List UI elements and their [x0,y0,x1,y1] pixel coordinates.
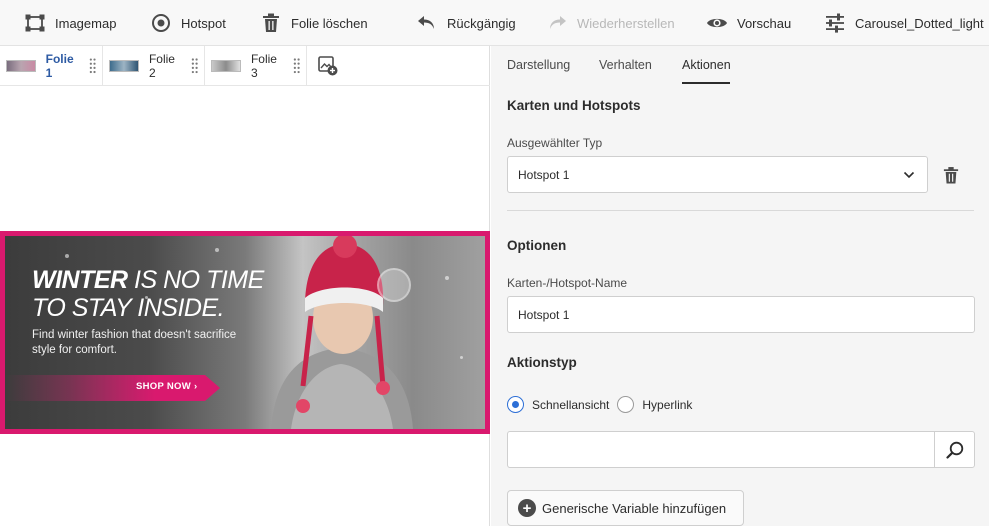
slide-label: Folie 2 [148,52,175,80]
preview-button[interactable]: Vorschau [706,0,791,46]
product-search-field [507,431,975,468]
hotspot-name-input[interactable]: Hotspot 1 [507,296,975,333]
undo-icon [416,12,438,34]
radio-quickview-label[interactable]: Schnellansicht [532,398,609,412]
search-icon [945,441,963,459]
canvas-area: Folie 1 Folie 2 Folie 3 WINTER IS NO TIM… [0,46,490,526]
preset-label: Carousel_Dotted_light [855,15,984,31]
banner-headline: WINTER IS NO TIME TO STAY INSIDE. [32,266,264,322]
selected-type-label: Ausgewählter Typ [507,136,603,150]
hotspot-button[interactable]: Hotspot [150,0,226,46]
section-maps-hotspots-heading: Karten und Hotspots [507,98,641,113]
add-slide-button[interactable] [311,46,345,86]
imagemap-label: Imagemap [55,15,117,31]
active-tab-indicator [682,82,730,84]
search-button[interactable] [934,432,974,467]
redo-label: Wiederherstellen [577,15,675,31]
section-divider [507,210,974,211]
delete-slide-button[interactable]: Folie löschen [260,0,368,46]
slide-strip: Folie 1 Folie 2 Folie 3 [0,46,490,86]
hotspot-marker[interactable] [377,268,411,302]
sliders-icon [824,12,846,34]
undo-button[interactable]: Rückgängig [416,0,516,46]
slide-thumbnail [6,60,36,72]
selected-type-select[interactable]: Hotspot 1 [507,156,928,193]
slide-banner-frame[interactable]: WINTER IS NO TIME TO STAY INSIDE. Find w… [0,231,490,434]
preview-label: Vorschau [737,15,792,31]
radio-hyperlink[interactable] [617,396,635,413]
radio-quickview[interactable] [507,396,524,413]
slide-thumbnail [211,60,241,72]
eye-icon [706,12,728,34]
redo-button[interactable]: Wiederherstellen [546,0,675,46]
delete-hotspot-button[interactable] [940,164,962,186]
hotspot-name-label: Karten-/Hotspot-Name [507,276,628,290]
imagemap-icon [24,12,46,34]
tab-darstellung[interactable]: Darstellung [507,58,570,72]
banner-headline-line2: TO STAY INSIDE. [32,294,225,322]
hotspot-name-value: Hotspot 1 [518,307,570,322]
product-search-input[interactable] [508,432,934,467]
imagemap-button[interactable]: Imagemap [24,0,116,46]
banner-subtitle: Find winter fashion that doesn't sacrifi… [32,329,237,356]
properties-panel: Darstellung Verhalten Aktionen Karten un… [491,46,989,526]
panel-tabs: Darstellung Verhalten Aktionen [491,46,989,86]
add-generic-variable-label: Generische Variable hinzufügen [542,500,727,516]
drag-handle-icon[interactable] [293,57,300,75]
slide-label: Folie 3 [250,52,277,80]
add-slide-icon [318,56,338,76]
slide-banner-image[interactable]: WINTER IS NO TIME TO STAY INSIDE. Find w… [5,236,485,429]
toolbar: Imagemap Hotspot Folie löschen Rückgängi… [0,0,989,46]
redo-icon [546,12,568,34]
slide-tab-2[interactable]: Folie 2 [103,46,205,86]
delete-slide-label: Folie löschen [291,15,368,31]
drag-handle-icon[interactable] [89,57,96,75]
banner-headline-bold: WINTER [32,266,128,294]
section-options-heading: Optionen [507,238,567,253]
trash-icon [943,166,959,183]
action-type-radio-group: Schnellansicht Hyperlink [507,396,692,413]
add-circle-icon: + [518,499,536,517]
model-figure-image [271,236,413,429]
slide-label: Folie 1 [45,52,74,80]
shop-now-label[interactable]: SHOP NOW › [136,381,197,392]
hotspot-icon [150,12,172,34]
preset-settings-button[interactable]: Carousel_Dotted_light [824,0,984,46]
trash-icon [260,12,282,34]
section-action-type-heading: Aktionstyp [507,355,577,370]
radio-hyperlink-label[interactable]: Hyperlink [642,398,692,412]
slide-tab-1[interactable]: Folie 1 [0,46,103,86]
selected-type-value: Hotspot 1 [518,167,570,182]
hotspot-label: Hotspot [181,15,226,31]
tab-verhalten[interactable]: Verhalten [599,58,652,72]
add-generic-variable-button[interactable]: + Generische Variable hinzufügen [507,490,744,526]
undo-label: Rückgängig [447,15,516,31]
banner-headline-rest: IS NO TIME [127,266,264,294]
tab-aktionen[interactable]: Aktionen [682,58,731,72]
chevron-down-icon [903,171,915,178]
drag-handle-icon[interactable] [191,57,198,75]
slide-tab-3[interactable]: Folie 3 [205,46,307,86]
slide-thumbnail [109,60,139,72]
